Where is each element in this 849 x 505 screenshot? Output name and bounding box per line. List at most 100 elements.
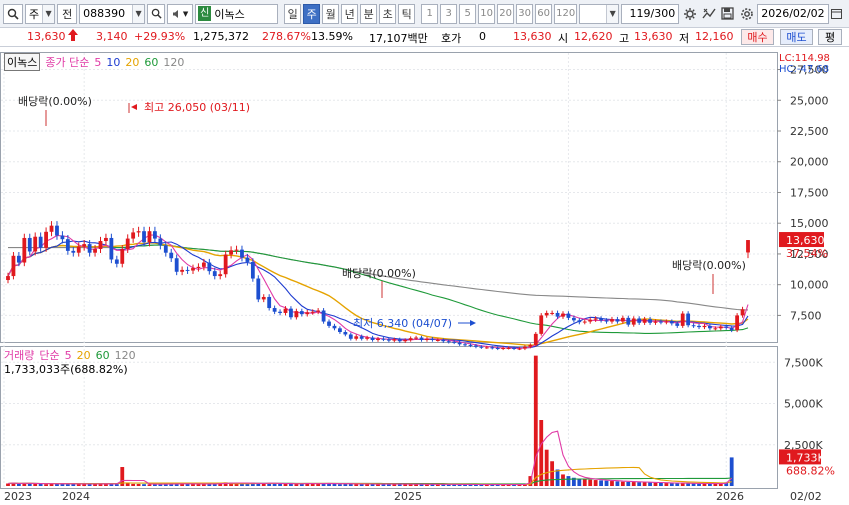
legend-stock-name[interactable]: 이녹스: [4, 53, 41, 71]
volume-bar: [65, 484, 70, 486]
gear-icon[interactable]: [738, 4, 755, 24]
dividend-label-2: 배당락(0.00%): [342, 267, 416, 280]
candle-body: [539, 315, 544, 334]
current-price: 13,630: [27, 30, 66, 43]
candle-body: [229, 250, 233, 255]
volume-bar: [615, 481, 620, 486]
period-month[interactable]: 월: [322, 3, 340, 24]
candle-body: [71, 250, 76, 253]
stock-name-field[interactable]: 신 이녹스: [195, 3, 279, 24]
candle-body: [104, 237, 108, 242]
hoga-value: 0: [479, 30, 486, 43]
period-num-120[interactable]: 120: [554, 3, 578, 24]
chevron-down-icon[interactable]: ▼: [132, 4, 145, 23]
volume-info: 1,733,033주(688.82%): [4, 363, 128, 376]
candle-body: [561, 313, 565, 317]
chart-type-select[interactable]: 주 ▼: [25, 3, 56, 24]
candle-body: [261, 296, 266, 300]
evaluation-button[interactable]: 평: [818, 29, 842, 45]
candle-body: [452, 341, 457, 343]
period-num-10[interactable]: 10: [478, 3, 496, 24]
period-num-3[interactable]: 3: [440, 3, 458, 24]
candle-body: [185, 269, 190, 271]
data-count[interactable]: 119/300: [621, 3, 680, 24]
stock-code-input[interactable]: 088390 ▼: [79, 3, 146, 24]
candle-body: [468, 344, 473, 346]
volume-bar: [691, 483, 696, 486]
candle-body: [327, 321, 331, 326]
candle-body: [746, 240, 750, 253]
volume-bar: [648, 482, 652, 486]
stock-code-value: 088390: [83, 7, 126, 20]
candle-body: [659, 321, 663, 323]
candle-body: [201, 262, 206, 267]
candle-body: [365, 337, 370, 339]
candle-body: [93, 249, 97, 253]
period-day[interactable]: 일: [284, 3, 302, 24]
candle-body: [669, 321, 674, 324]
volume-bar: [131, 483, 136, 486]
settings-icon[interactable]: [681, 4, 698, 24]
candle-body: [408, 338, 413, 340]
legend-ma5: 5: [94, 55, 102, 69]
custom-period-input[interactable]: ▼: [579, 3, 620, 24]
save-icon[interactable]: [719, 4, 736, 24]
candle-body: [125, 238, 130, 250]
volume-bar: [555, 469, 560, 486]
candle-body: [599, 318, 603, 321]
chevron-down-icon[interactable]: ▼: [42, 4, 55, 23]
candle-body: [158, 238, 163, 246]
sell-button[interactable]: 매도: [780, 29, 813, 45]
candle-body: [169, 252, 174, 259]
search-icon[interactable]: [3, 3, 23, 24]
period-year[interactable]: 년: [341, 3, 359, 24]
volume-bar: [533, 355, 538, 486]
candle-body: [615, 319, 620, 322]
chevron-down-icon[interactable]: ▼: [606, 4, 619, 23]
candle-body: [196, 266, 201, 269]
candle-body: [381, 338, 386, 340]
open-price: 12,620: [574, 30, 613, 43]
period-num-1[interactable]: 1: [421, 3, 439, 24]
candle-body: [544, 312, 549, 316]
date-input[interactable]: 2026/02/02: [757, 3, 829, 24]
period-second[interactable]: 초: [379, 3, 397, 24]
price-axis-label: 7,500: [790, 309, 822, 322]
volume-bar: [599, 480, 603, 486]
stock-chart[interactable]: 배당락(0.00%) 최고 26,050 (03/11) 배당락(0.00%) 최저 …: [0, 48, 849, 503]
period-num-20[interactable]: 20: [497, 3, 515, 24]
period-num-5[interactable]: 5: [459, 3, 477, 24]
volume-bar: [147, 484, 152, 486]
period-week[interactable]: 주: [303, 3, 321, 24]
period-num-60[interactable]: 60: [535, 3, 553, 24]
chart-canvas[interactable]: 배당락(0.00%) 최고 26,050 (03/11) 배당락(0.00%) 최저 …: [0, 48, 849, 503]
candle-body: [702, 325, 707, 328]
candle-body: [648, 319, 652, 323]
volume-bar: [642, 482, 647, 486]
period-num-30[interactable]: 30: [516, 3, 534, 24]
candle-body: [680, 313, 685, 326]
candle-body: [697, 325, 701, 328]
market-button[interactable]: 전: [57, 3, 78, 24]
period-tick[interactable]: 틱: [398, 3, 416, 24]
candle-body: [6, 276, 10, 281]
candle-body: [136, 231, 141, 233]
low-price: 12,160: [695, 30, 734, 43]
calendar-icon[interactable]: [831, 4, 843, 24]
period-minute[interactable]: 분: [360, 3, 378, 24]
candle-body: [376, 338, 380, 340]
high-price-label: 최고 26,050 (03/11): [144, 101, 250, 114]
candle-body: [403, 340, 408, 342]
indicator-icon[interactable]: [700, 4, 717, 24]
candle-body: [289, 308, 293, 318]
volume-bar: [566, 476, 571, 486]
candle-body: [713, 328, 718, 330]
buy-button[interactable]: 매수: [741, 29, 774, 45]
price-change-pct: +29.93%: [134, 30, 186, 43]
speaker-icon[interactable]: ▼: [167, 3, 194, 24]
price-axis-label: 17,500: [790, 186, 829, 199]
stock-search-icon[interactable]: [147, 3, 166, 24]
price-change: 3,140: [96, 30, 128, 43]
candle-body: [463, 344, 467, 346]
price-axis-label: 10,000: [790, 279, 829, 292]
